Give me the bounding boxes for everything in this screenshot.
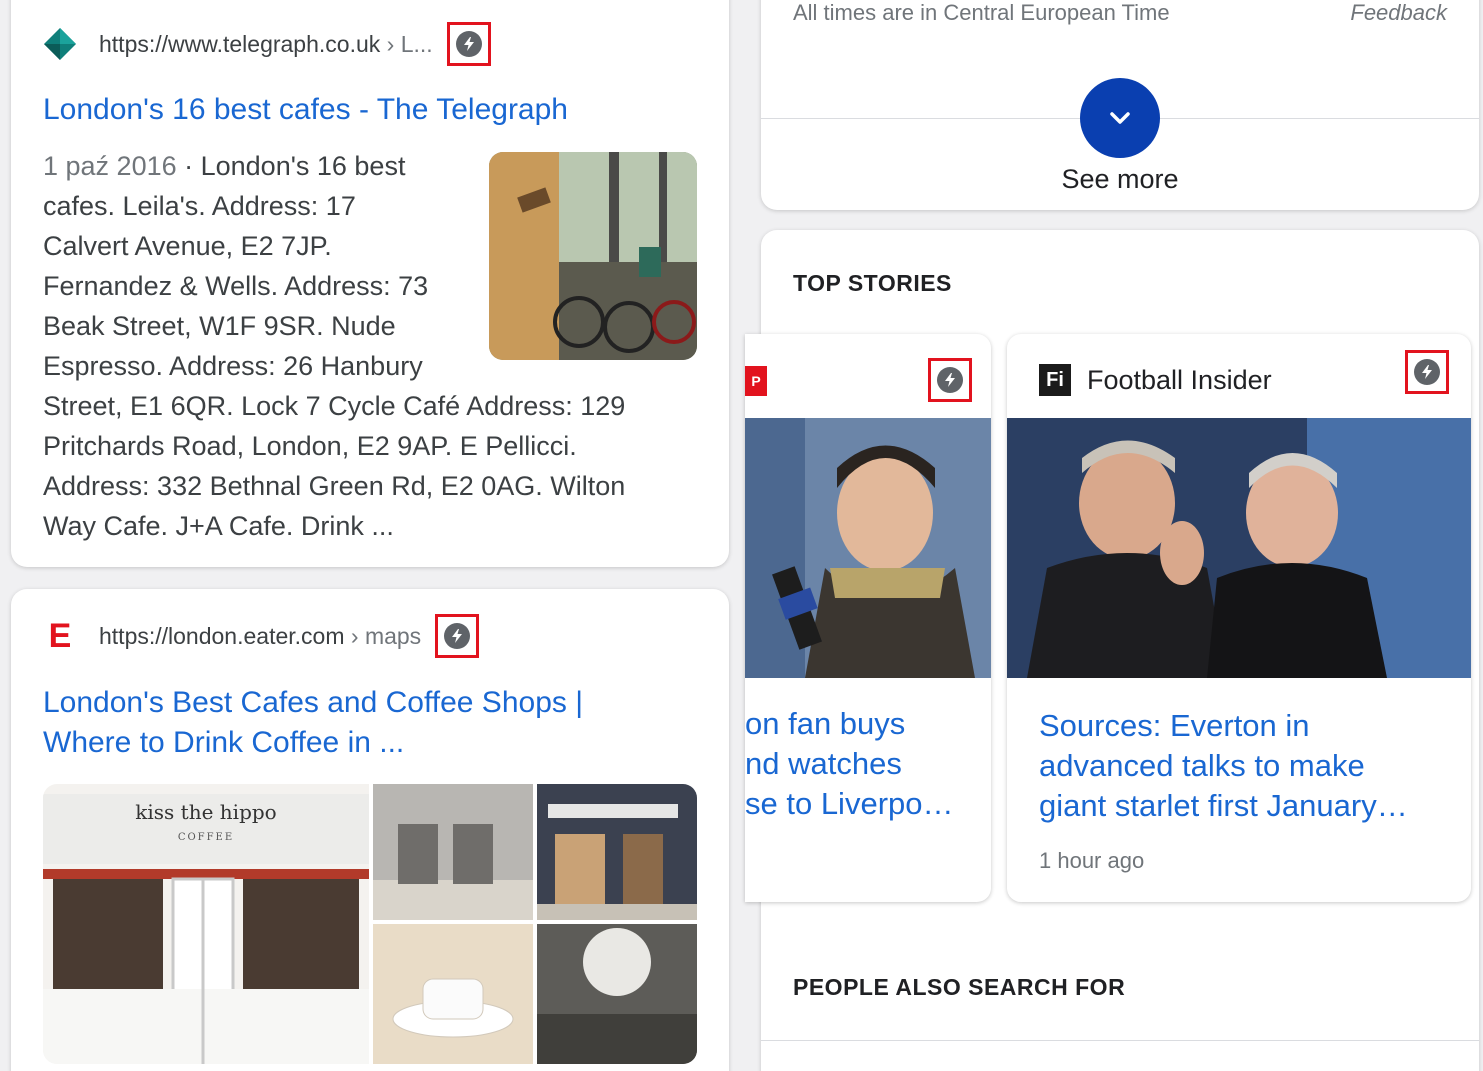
story-headline-line[interactable]: Sources: Everton in (1039, 706, 1310, 746)
chevron-down-icon (1110, 112, 1130, 124)
see-more-label[interactable]: See more (761, 164, 1479, 195)
timezone-note: All times are in Central European Time (793, 0, 1170, 25)
result-url: https://london.eater.com › maps (99, 622, 422, 649)
result-title-link[interactable]: London's Best Cafes and Coffee Shops | (43, 683, 583, 723)
feedback-link[interactable]: Feedback (1350, 0, 1447, 26)
snippet-line: Calvert Avenue, E2 7JP. (43, 231, 332, 261)
top-stories-heading: TOP STORIES (793, 270, 952, 296)
amp-lightning-icon (1414, 359, 1440, 385)
amp-lightning-icon (455, 31, 482, 57)
story-image[interactable] (745, 418, 991, 678)
story-headline-line[interactable]: nd watches (745, 744, 902, 784)
story-headline-line[interactable]: advanced talks to make (1039, 746, 1365, 786)
snippet-line: Fernandez & Wells. Address: 73 (43, 271, 429, 301)
cafe-thumbnail-image[interactable] (489, 152, 697, 360)
result-url-row[interactable]: https://www.telegraph.co.uk › L... (43, 22, 491, 66)
amp-lightning-icon (937, 367, 963, 393)
story-source-name: Football Insider (1087, 364, 1272, 395)
story-card-football-insider[interactable]: Fi Football Insider Sources: Everton in … (1007, 334, 1471, 902)
divider (761, 1040, 1479, 1041)
result-url-row[interactable]: E https://london.eater.com › maps (43, 614, 480, 658)
amp-lightning-icon (444, 623, 471, 649)
result-snippet: 1 paź 2016 · London's 16 best (43, 151, 406, 181)
result-card-eater: E https://london.eater.com › maps London… (11, 589, 729, 1071)
times-panel-card: All times are in Central European Time F… (761, 0, 1479, 210)
result-card-telegraph: https://www.telegraph.co.uk › L... Londo… (11, 0, 729, 567)
story-headline-line[interactable]: on fan buys (745, 704, 905, 744)
result-title-link-line2[interactable]: Where to Drink Coffee in ... (43, 723, 404, 763)
story-headline-line[interactable]: se to Liverpo… (745, 784, 954, 824)
storefront-sign-text: kiss the hippo (135, 800, 277, 824)
amp-highlight-box[interactable] (435, 614, 480, 658)
snippet-line: Address: 332 Bethnal Green Rd, E2 0AG. W… (43, 471, 626, 501)
see-more-button[interactable] (1080, 78, 1160, 158)
amp-highlight-box[interactable] (928, 358, 972, 402)
coffee-shop-image-grid[interactable]: kiss the hippo COFFEE (43, 784, 697, 1064)
storefront-sign-subtext: COFFEE (177, 832, 235, 843)
story-image[interactable] (1007, 418, 1471, 678)
snippet-line: Pritchards Road, London, E2 9AP. E Pelli… (43, 431, 577, 461)
story-source: Fi Football Insider (1039, 364, 1272, 396)
amp-highlight-box[interactable] (446, 22, 491, 66)
result-date: 1 paź 2016 (43, 151, 177, 181)
result-title-link[interactable]: London's 16 best cafes - The Telegraph (43, 90, 568, 130)
snippet-line: Beak Street, W1F 9SR. Nude (43, 311, 396, 341)
amp-highlight-box[interactable] (1405, 350, 1449, 394)
telegraph-diamond-icon (43, 27, 77, 61)
eater-e-icon: E (48, 616, 72, 655)
people-also-search-heading: PEOPLE ALSO SEARCH FOR (793, 974, 1126, 1000)
story-card[interactable]: P on fan buys nd watches se to Liverpo… (745, 334, 991, 902)
story-timestamp: 1 hour ago (1039, 848, 1145, 873)
result-url: https://www.telegraph.co.uk › L... (99, 30, 433, 57)
story-headline-line[interactable]: giant starlet first January… (1039, 786, 1408, 826)
football-insider-logo-icon: Fi (1039, 364, 1071, 396)
source-badge: P (745, 366, 767, 396)
snippet-line: cafes. Leila's. Address: 17 (43, 191, 356, 221)
snippet-line: Street, E1 6QR. Lock 7 Cycle Café Addres… (43, 391, 626, 421)
snippet-line: Way Cafe. J+A Cafe. Drink ... (43, 511, 394, 541)
snippet-line: Espresso. Address: 26 Hanbury (43, 351, 423, 381)
